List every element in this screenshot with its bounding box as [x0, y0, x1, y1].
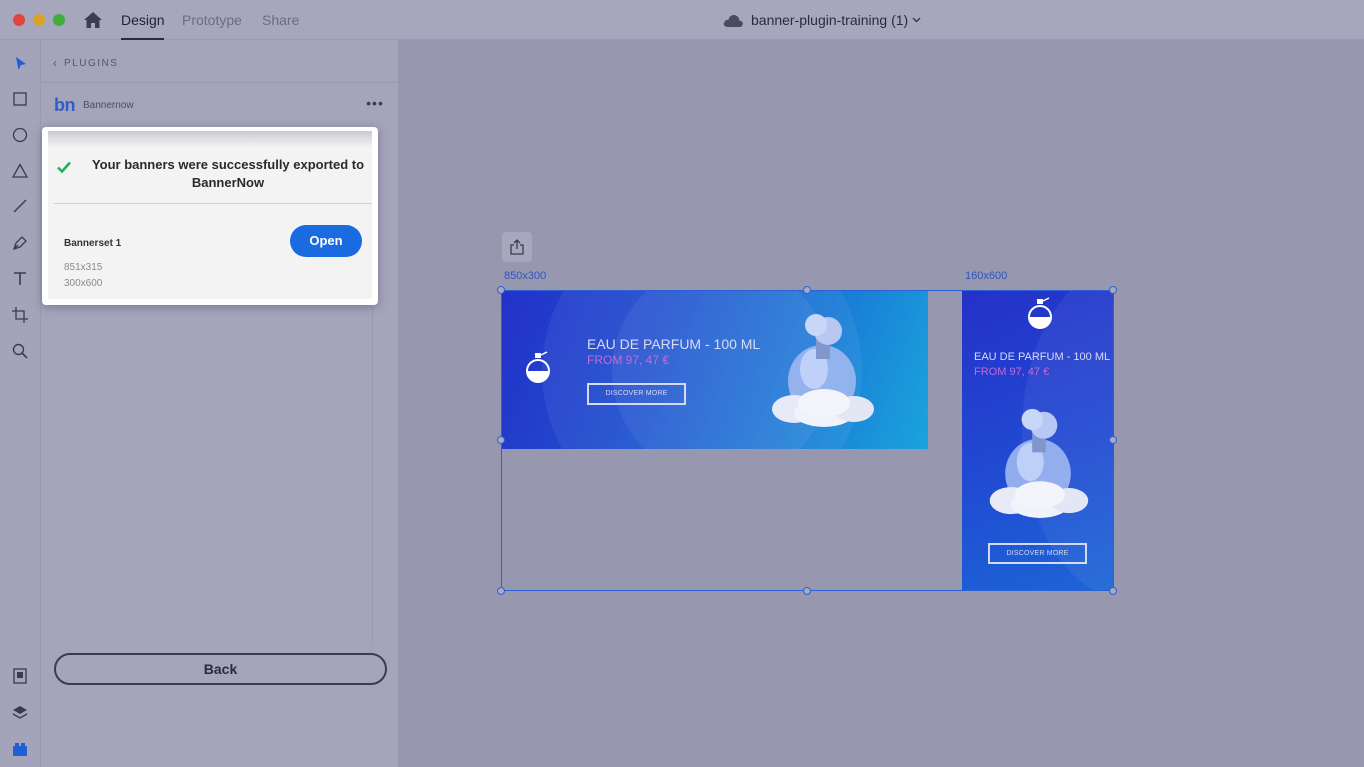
dialog-body: Your banners were successfully exported … [48, 131, 372, 299]
rectangle-tool[interactable] [10, 89, 30, 109]
rectangle-tool-icon [13, 92, 27, 106]
tools-toolbar [0, 40, 41, 767]
chevron-down-icon[interactable] [912, 17, 921, 23]
resize-handle[interactable] [803, 286, 811, 294]
select-tool[interactable] [10, 54, 30, 74]
plugin-name: Bannernow [83, 100, 134, 111]
ellipse-tool[interactable] [10, 125, 30, 145]
line-tool-icon [13, 199, 27, 213]
selection-bounding-box [501, 290, 1114, 591]
artboard-tool-icon [12, 307, 28, 323]
pen-tool-icon [12, 236, 27, 251]
divider [41, 82, 399, 83]
text-tool[interactable] [10, 269, 30, 289]
back-button[interactable]: Back [54, 653, 387, 685]
tab-prototype[interactable]: Prototype [182, 12, 242, 40]
document-title-menu[interactable]: banner-plugin-training (1) [722, 12, 921, 28]
tab-share[interactable]: Share [262, 12, 299, 40]
resize-handle[interactable] [1109, 436, 1117, 444]
bannerset-size: 851x315 [64, 262, 103, 273]
home-icon[interactable] [83, 11, 103, 29]
export-button[interactable] [502, 232, 532, 262]
chevron-left-icon: ‹ [53, 56, 57, 70]
layers-panel-button[interactable] [10, 703, 30, 723]
dialog-header-shade [48, 131, 372, 147]
artboard-label[interactable]: 850x300 [504, 270, 546, 282]
bannerset-name: Bannerset 1 [64, 238, 122, 249]
title-bar: Design Prototype Share banner-plugin-tra… [0, 0, 1364, 40]
resize-handle[interactable] [803, 587, 811, 595]
ellipse-tool-icon [12, 127, 28, 143]
polygon-tool-icon [11, 163, 29, 178]
more-icon[interactable]: ••• [366, 96, 384, 114]
artboard-label[interactable]: 160x600 [965, 270, 1007, 282]
zoom-tool-icon [12, 343, 28, 359]
select-tool-icon [16, 57, 26, 70]
bannerset-size: 300x600 [64, 278, 103, 289]
assets-panel-button[interactable] [10, 666, 30, 686]
resize-handle[interactable] [1109, 587, 1117, 595]
layers-icon [12, 706, 28, 719]
tab-design[interactable]: Design [121, 12, 165, 40]
document-title: banner-plugin-training (1) [751, 12, 909, 28]
minimize-window-button[interactable] [33, 14, 45, 26]
export-icon [510, 239, 524, 255]
check-icon [57, 161, 71, 174]
zoom-window-button[interactable] [53, 14, 65, 26]
close-window-button[interactable] [13, 14, 25, 26]
plugins-panel-button[interactable] [10, 739, 30, 759]
text-tool-icon [14, 272, 26, 285]
plugins-back-link[interactable]: ‹ PLUGINS [53, 56, 118, 70]
open-button[interactable]: Open [290, 225, 362, 257]
line-tool[interactable] [10, 196, 30, 216]
resize-handle[interactable] [497, 286, 505, 294]
polygon-tool[interactable] [10, 161, 30, 181]
zoom-tool[interactable] [10, 341, 30, 361]
bannernow-logo: bn [54, 95, 76, 115]
resize-handle[interactable] [1109, 286, 1117, 294]
assets-icon [13, 668, 27, 684]
resize-handle[interactable] [497, 436, 505, 444]
cloud-icon [723, 15, 743, 27]
export-success-dialog: Your banners were successfully exported … [42, 127, 378, 305]
resize-handle[interactable] [497, 587, 505, 595]
divider [54, 203, 372, 204]
pen-tool[interactable] [10, 233, 30, 253]
artboard-tool[interactable] [10, 305, 30, 325]
success-message: Your banners were successfully exported … [91, 157, 365, 190]
plugins-icon [13, 743, 27, 756]
plugins-back-label: PLUGINS [64, 57, 119, 69]
